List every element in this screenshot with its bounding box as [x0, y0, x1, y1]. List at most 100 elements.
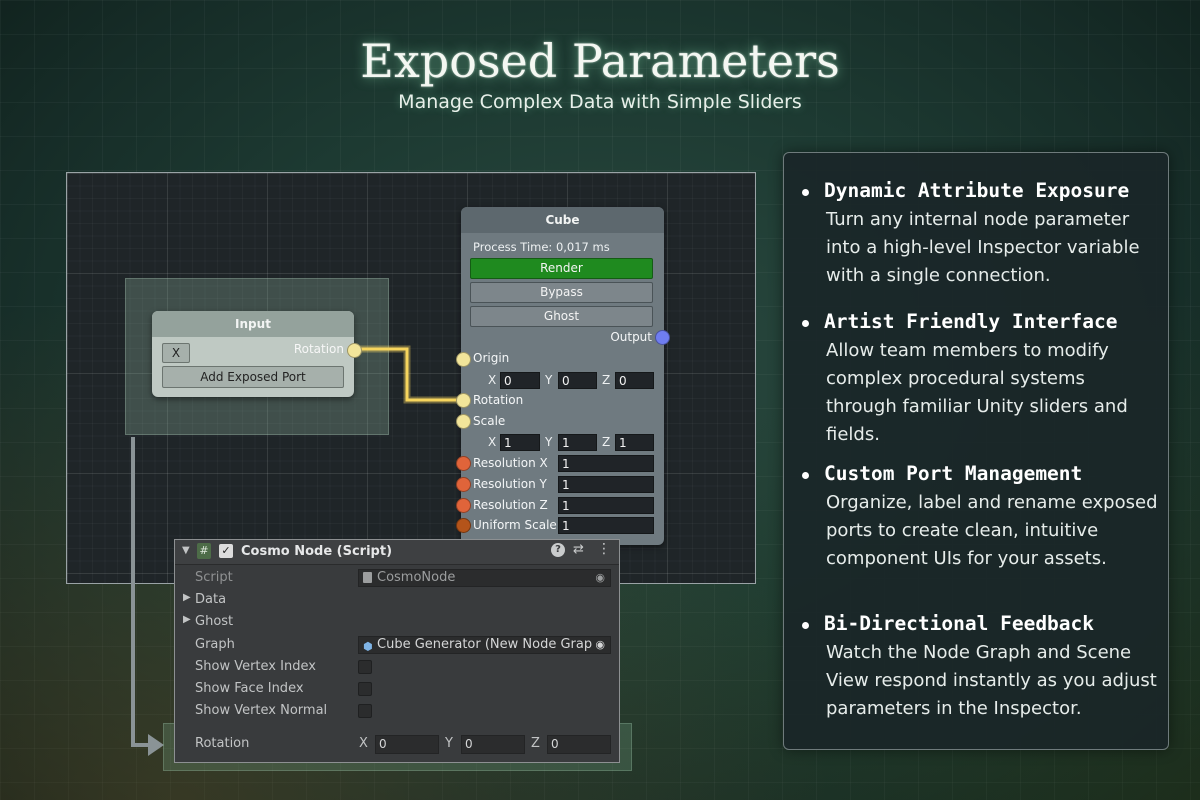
- scale-input-port[interactable]: [456, 414, 471, 429]
- resolution-y-field[interactable]: 1: [558, 476, 654, 493]
- resolution-x-label: Resolution X: [473, 456, 548, 470]
- rotation-z-label: Z: [531, 736, 540, 751]
- scale-z-label: Z: [602, 435, 611, 449]
- feature-item: Custom Port Management Organize, label a…: [802, 462, 1158, 573]
- resolution-z-label: Resolution Z: [473, 498, 548, 512]
- foldout-arrow-icon[interactable]: ▼: [182, 545, 190, 556]
- show-vertex-normal-toggle[interactable]: [358, 704, 372, 718]
- script-label: Script: [195, 570, 233, 585]
- scale-label: Scale: [473, 414, 506, 428]
- script-row: Script CosmoNode ◉: [175, 568, 619, 588]
- feature-description: Watch the Node Graph and Scene View resp…: [826, 642, 1157, 719]
- origin-y-field[interactable]: 0: [558, 372, 597, 389]
- inspector-component: ▼ # ✓ Cosmo Node (Script) ? ⇄ ⋮ Script C…: [174, 539, 620, 763]
- output-label: Output: [610, 330, 652, 344]
- origin-z-field[interactable]: 0: [615, 372, 654, 389]
- feature-description: Allow team members to modify complex pro…: [826, 340, 1128, 445]
- more-options-icon[interactable]: ⋮: [597, 541, 611, 557]
- rotation-output-port[interactable]: [347, 343, 362, 358]
- origin-input-port[interactable]: [456, 352, 471, 367]
- script-value: CosmoNode: [377, 570, 456, 585]
- rotation-x-field[interactable]: 0: [375, 735, 439, 754]
- resolution-x-port[interactable]: [456, 456, 471, 471]
- uniform-scale-label: Uniform Scale: [473, 518, 557, 532]
- node-graph-asset-icon: ⬢: [363, 640, 373, 653]
- bypass-button[interactable]: Bypass: [470, 282, 653, 303]
- component-header[interactable]: ▼ # ✓ Cosmo Node (Script) ? ⇄ ⋮: [175, 540, 619, 565]
- feature-description: Organize, label and rename exposed ports…: [826, 492, 1158, 569]
- scale-y-label: Y: [545, 435, 553, 449]
- render-button[interactable]: Render: [470, 258, 653, 279]
- object-picker-icon: ◉: [595, 571, 605, 584]
- rotation-output-label: Rotation: [293, 342, 344, 356]
- show-vertex-index-label: Show Vertex Index: [195, 659, 316, 674]
- rotation-label: Rotation: [473, 393, 524, 407]
- feature-title: Artist Friendly Interface: [802, 310, 1158, 333]
- remove-port-button[interactable]: X: [162, 343, 190, 363]
- page-subtitle: Manage Complex Data with Simple Sliders: [398, 91, 802, 113]
- ghost-label: Ghost: [195, 614, 234, 629]
- graph-field[interactable]: ⬢ Cube Generator (New Node Grap ◉: [358, 636, 611, 654]
- resolution-z-port[interactable]: [456, 498, 471, 513]
- object-picker-icon[interactable]: ◉: [595, 637, 605, 653]
- script-icon: #: [197, 543, 211, 559]
- rotation-label: Rotation: [195, 736, 250, 751]
- page-title: Exposed Parameters: [360, 34, 840, 88]
- help-icon[interactable]: ?: [551, 543, 565, 557]
- ghost-foldout[interactable]: ▶ Ghost: [175, 612, 619, 632]
- show-vertex-normal-row: Show Vertex Normal: [175, 701, 619, 721]
- feature-title: Dynamic Attribute Exposure: [802, 179, 1158, 202]
- data-foldout[interactable]: ▶ Data: [175, 590, 619, 610]
- rotation-z-field[interactable]: 0: [547, 735, 611, 754]
- origin-x-field[interactable]: 0: [500, 372, 540, 389]
- graph-row: Graph ⬢ Cube Generator (New Node Grap ◉: [175, 635, 619, 655]
- input-node[interactable]: Input X Rotation Add Exposed Port: [152, 311, 362, 397]
- cube-node[interactable]: Cube Process Time: 0,017 ms Render Bypas…: [456, 207, 670, 545]
- rotation-x-label: X: [359, 736, 368, 751]
- foldout-arrow-icon[interactable]: ▶: [183, 592, 191, 603]
- graph-label: Graph: [195, 637, 235, 652]
- input-node-title: Input: [152, 311, 354, 337]
- resolution-x-field[interactable]: 1: [558, 455, 654, 472]
- script-field: CosmoNode ◉: [358, 569, 611, 587]
- scale-z-field[interactable]: 1: [615, 434, 654, 451]
- rotation-y-label: Y: [445, 736, 453, 751]
- enabled-checkbox[interactable]: ✓: [219, 544, 233, 558]
- feature-item: Bi-Directional Feedback Watch the Node G…: [802, 612, 1158, 723]
- scale-x-field[interactable]: 1: [500, 434, 540, 451]
- graph-value: Cube Generator (New Node Grap: [377, 637, 593, 652]
- feature-item: Dynamic Attribute Exposure Turn any inte…: [802, 179, 1158, 290]
- rotation-input-port[interactable]: [456, 393, 471, 408]
- component-title: Cosmo Node (Script): [241, 544, 393, 559]
- preset-icon[interactable]: ⇄: [573, 542, 584, 557]
- rotation-row: Rotation X 0 Y 0 Z 0: [175, 734, 619, 754]
- origin-z-label: Z: [602, 373, 611, 387]
- resolution-y-label: Resolution Y: [473, 477, 547, 491]
- output-port[interactable]: [655, 330, 670, 345]
- ghost-button[interactable]: Ghost: [470, 306, 653, 327]
- process-time: Process Time: 0,017 ms: [473, 240, 610, 254]
- origin-label: Origin: [473, 351, 510, 365]
- resolution-z-field[interactable]: 1: [558, 497, 654, 514]
- show-vertex-index-toggle[interactable]: [358, 660, 372, 674]
- add-exposed-port-button[interactable]: Add Exposed Port: [162, 366, 344, 388]
- uniform-scale-field[interactable]: 1: [558, 517, 654, 534]
- feature-item: Artist Friendly Interface Allow team mem…: [802, 310, 1158, 449]
- show-vertex-normal-label: Show Vertex Normal: [195, 703, 328, 718]
- uniform-scale-port[interactable]: [456, 518, 471, 533]
- feature-title: Custom Port Management: [802, 462, 1158, 485]
- features-panel: Dynamic Attribute Exposure Turn any inte…: [783, 152, 1169, 750]
- scale-y-field[interactable]: 1: [558, 434, 597, 451]
- origin-x-label: X: [488, 373, 497, 387]
- show-face-index-row: Show Face Index: [175, 679, 619, 699]
- resolution-y-port[interactable]: [456, 477, 471, 492]
- connector-line: [131, 437, 135, 747]
- show-face-index-toggle[interactable]: [358, 682, 372, 696]
- feature-description: Turn any internal node parameter into a …: [826, 209, 1140, 286]
- feature-title: Bi-Directional Feedback: [802, 612, 1158, 635]
- data-label: Data: [195, 592, 227, 607]
- foldout-arrow-icon[interactable]: ▶: [183, 614, 191, 625]
- origin-y-label: Y: [545, 373, 553, 387]
- rotation-y-field[interactable]: 0: [461, 735, 525, 754]
- script-file-icon: [363, 572, 372, 583]
